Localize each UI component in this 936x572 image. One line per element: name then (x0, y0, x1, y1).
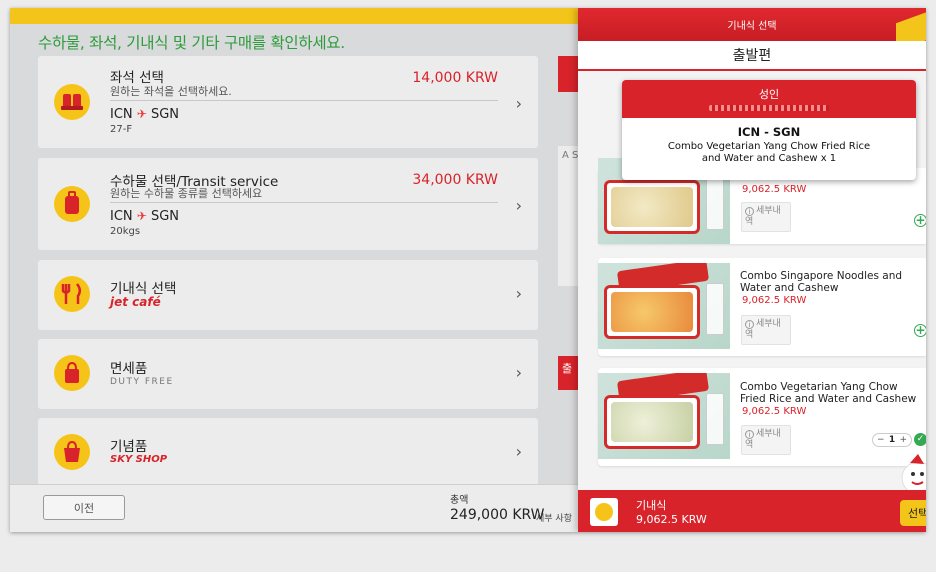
seat-number: 27-F (110, 124, 133, 135)
check-icon: ✓ (914, 433, 926, 446)
selection-summary: 성인 ICN - SGN Combo Vegetarian Yang Chow … (622, 80, 916, 180)
add-meal-icon[interactable]: + (914, 214, 926, 227)
page-title: 수하물, 좌석, 기내식 및 기타 구매를 확인하세요. (38, 34, 345, 52)
divider (110, 100, 498, 101)
seat-icon (54, 84, 90, 120)
luggage-icon (54, 186, 90, 222)
meal-food (611, 187, 693, 227)
summary-header: 성인 (622, 80, 916, 118)
baggage-weight: 20kgs (110, 226, 141, 237)
meal-food (611, 292, 693, 332)
meal-detail-button[interactable]: i 세부내역 (741, 315, 791, 345)
quantity-value: 1 (888, 435, 896, 445)
meal-price: 9,062.5 KRW (742, 406, 807, 417)
info-icon: i (745, 430, 754, 439)
brand-logo-jetcafe: jet café (110, 295, 161, 309)
quantity-stepper[interactable]: − 1 + (872, 433, 912, 447)
detail-link[interactable]: 세부 사항 (536, 511, 572, 524)
meal-selection-panel: 기내식 선택 출발편 9,062.5 KRW i 세부내역 + 성인 ICN - … (578, 8, 926, 532)
meal-detail-button[interactable]: i 세부내역 (741, 425, 791, 455)
service-price: 34,000 KRW (412, 172, 498, 188)
service-name: 기내식 선택 (110, 281, 177, 297)
info-icon: i (745, 207, 754, 216)
meal-card[interactable]: Combo Singapore Noodles and Water and Ca… (598, 258, 926, 356)
service-name: 면세품 (110, 361, 148, 377)
footer-bar: 이전 총액 249,000 KRW 세부 사항 (10, 484, 578, 532)
chevron-right-icon[interactable]: › (516, 196, 522, 215)
meal-image (598, 373, 730, 459)
meal-price: 9,062.5 KRW (742, 184, 807, 195)
meal-tray (604, 180, 700, 234)
increment-icon[interactable]: + (899, 435, 907, 445)
redacted-passenger-name (709, 105, 829, 111)
meal-image (598, 263, 730, 349)
meal-icon-inner (595, 503, 613, 521)
info-icon: i (745, 320, 754, 329)
divider (110, 202, 498, 203)
brand-logo-dutyfree: DUTY FREE (110, 377, 174, 387)
service-card-seat[interactable]: 좌석 선택 원하는 좌석을 선택하세요. 14,000 KRW ICN ✈ SG… (38, 56, 538, 148)
app-window: 수하물, 좌석, 기내식 및 기타 구매를 확인하세요. 좌석 선택 원하는 좌… (10, 8, 926, 532)
departure-label: 출발편 (578, 41, 926, 71)
brand-logo-skyshop: SKY SHOP (110, 454, 168, 465)
chevron-right-icon[interactable]: › (516, 442, 522, 461)
meal-tray (604, 285, 700, 339)
select-button[interactable]: 선택 (900, 500, 926, 526)
panel-header: 기내식 선택 (578, 8, 926, 41)
plane-icon: ✈ (136, 209, 147, 223)
decrement-icon[interactable]: − (877, 435, 885, 445)
meal-price: 9,062.5 KRW (742, 295, 807, 306)
chevron-right-icon[interactable]: › (516, 284, 522, 303)
total-label: 총액 (450, 495, 469, 506)
route-from: ICN (110, 209, 133, 224)
service-card-duty-free[interactable]: 면세품 DUTY FREE › (38, 339, 538, 409)
route: ICN ✈ SGN (110, 209, 179, 224)
meal-card[interactable]: Combo Vegetarian Yang Chow Fried Rice an… (598, 368, 926, 466)
meal-name: Combo Vegetarian Yang Chow Fried Rice an… (740, 381, 917, 405)
panel-footer: 기내식 9,062.5 KRW 선택 (578, 490, 926, 532)
prev-button[interactable]: 이전 (43, 495, 125, 520)
footer-title: 기내식 (636, 499, 667, 512)
service-card-baggage[interactable]: 수하물 선택/Transit service 원하는 수하물 종류를 선택하세요… (38, 158, 538, 250)
meal-name: Combo Singapore Noodles and Water and Ca… (740, 270, 903, 294)
add-meal-icon[interactable]: + (914, 324, 926, 337)
meal-food (611, 402, 693, 442)
service-card-souvenir[interactable]: 기념품 SKY SHOP › (38, 418, 538, 488)
meal-tray (604, 395, 700, 449)
water-glass (706, 178, 724, 230)
route-from: ICN (110, 107, 133, 122)
shopping-bag-icon (54, 355, 90, 391)
gift-bag-icon (54, 434, 90, 470)
total-value: 249,000 KRW (450, 507, 545, 523)
service-price: 14,000 KRW (412, 70, 498, 86)
water-glass (706, 393, 724, 445)
route: ICN ✈ SGN (110, 107, 179, 122)
meal-icon (54, 276, 90, 312)
service-desc: 원하는 수하물 종류를 선택하세요 (110, 187, 263, 200)
route-to: SGN (150, 107, 180, 122)
footer-price: 9,062.5 KRW (636, 513, 707, 526)
summary-route: ICN - SGN (737, 125, 801, 139)
passenger-type: 성인 (758, 88, 780, 101)
chevron-right-icon[interactable]: › (516, 94, 522, 113)
meal-icon (590, 498, 618, 526)
plane-icon: ✈ (136, 107, 147, 121)
chevron-right-icon[interactable]: › (516, 363, 522, 382)
service-desc: 원하는 좌석을 선택하세요. (110, 85, 232, 98)
summary-item: Combo Vegetarian Yang Chow Fried Rice an… (667, 141, 871, 164)
service-name: 기념품 (110, 439, 148, 455)
meal-detail-button[interactable]: i 세부내역 (741, 202, 791, 232)
route-to: SGN (150, 209, 180, 224)
service-card-meal[interactable]: 기내식 선택 jet café › (38, 260, 538, 330)
water-glass (706, 283, 724, 335)
